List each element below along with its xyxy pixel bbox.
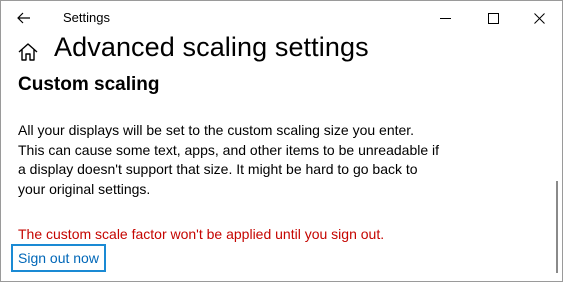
settings-window: Settings Advanced scaling settings Custo… [0,0,563,282]
description-line: This can cause some text, apps, and othe… [18,141,440,158]
sign-out-now-link[interactable]: Sign out now [11,244,106,272]
section-title: Custom scaling [18,74,160,95]
title-bar: Settings [1,1,562,35]
maximize-icon [487,12,499,24]
app-title: Settings [63,10,110,25]
back-arrow-icon [17,12,30,24]
minimize-icon [439,17,451,19]
close-button[interactable] [516,1,562,35]
home-button[interactable] [17,41,39,63]
sign-out-warning: The custom scale factor won't be applied… [18,226,385,242]
description-line: All your displays will be set to the cus… [18,122,415,138]
scrollbar-thumb[interactable] [556,181,558,273]
description-line: a display doesn't support that size. It … [18,161,418,177]
home-icon [18,43,38,61]
description-text: All your displays will be set to the cus… [18,121,538,199]
page-title: Advanced scaling settings [54,32,369,62]
back-button[interactable] [5,3,43,33]
minimize-button[interactable] [422,1,468,35]
description-line: your original settings. [18,180,151,197]
close-icon [533,12,545,24]
maximize-button[interactable] [470,1,516,35]
